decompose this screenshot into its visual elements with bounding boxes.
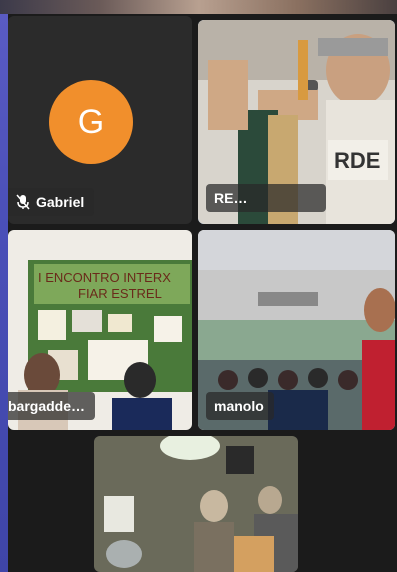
participant-name: bargadde… xyxy=(8,398,86,414)
avatar: G xyxy=(49,80,133,164)
participant-tile-gabriel[interactable]: G Gabriel xyxy=(8,16,192,224)
participant-name-tag: bargadde… xyxy=(8,392,96,420)
participant-tile-room[interactable] xyxy=(94,436,298,572)
participant-tile-manolo[interactable]: manolo xyxy=(198,230,395,430)
top-video-strip xyxy=(0,0,397,14)
avatar-initial: G xyxy=(77,102,105,141)
participant-name-tag: manolo xyxy=(206,392,274,420)
participant-tile-classroom[interactable]: I ENCONTRO INTERX FIAR ESTREL bargadde… xyxy=(8,230,192,430)
poster-line-1: I ENCONTRO INTERX xyxy=(38,270,171,285)
participant-name: manolo xyxy=(214,398,264,414)
video-feed xyxy=(94,436,298,572)
participant-tile-re[interactable]: RDE RE… xyxy=(198,20,395,224)
participant-name: RE… xyxy=(214,190,248,206)
poster-line-2: FIAR ESTREL xyxy=(78,286,162,301)
mic-off-icon xyxy=(16,194,30,210)
video-grid: G Gabriel RDE RE… I ENCONTRO INTERX FIAR… xyxy=(8,14,397,572)
banner-text: RDE xyxy=(334,148,380,173)
participant-name-tag: RE… xyxy=(206,184,326,212)
participant-name: Gabriel xyxy=(36,194,85,210)
participant-name-tag: Gabriel xyxy=(8,188,95,216)
